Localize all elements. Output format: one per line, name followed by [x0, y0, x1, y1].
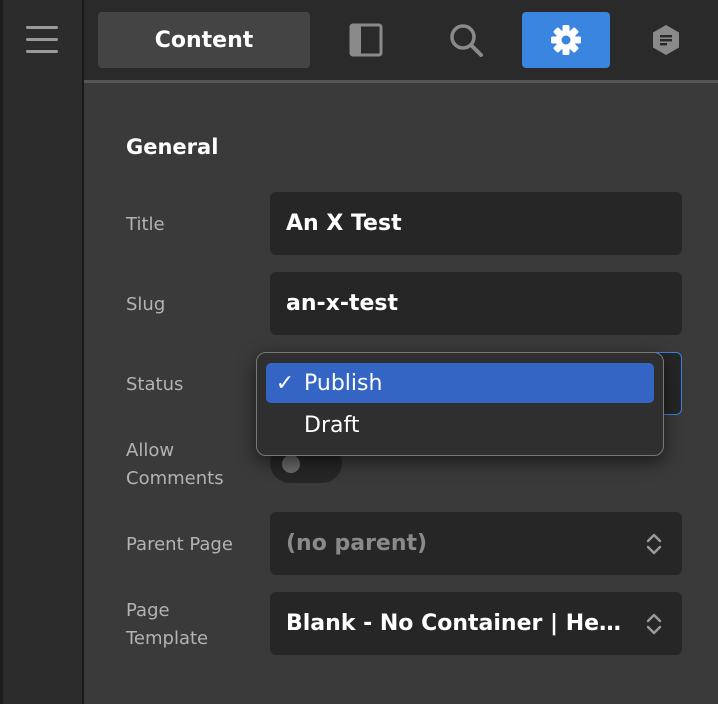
- rail-edge: [0, 0, 3, 704]
- title-value: An X Test: [286, 211, 402, 236]
- parent-page-value: (no parent): [286, 531, 428, 556]
- parent-page-label: Parent Page: [126, 534, 233, 555]
- status-option-draft[interactable]: Draft: [266, 405, 654, 445]
- allow-comments-label-line1: Allow: [126, 440, 175, 461]
- gear-icon: [551, 25, 581, 55]
- parent-page-select[interactable]: (no parent): [270, 512, 682, 575]
- tab-content[interactable]: Content: [98, 12, 310, 68]
- title-label: Title: [126, 214, 165, 235]
- chevron-up-down-icon: [646, 613, 662, 634]
- settings-button[interactable]: [522, 12, 610, 68]
- block-icon: [653, 25, 679, 55]
- sidebar-panel-button[interactable]: [322, 12, 410, 68]
- status-option-label: Publish: [304, 370, 383, 396]
- page-template-value: Blank - No Container | Hea…: [286, 611, 632, 636]
- toggle-knob: [282, 455, 300, 473]
- page-template-label-line1: Page: [126, 600, 170, 621]
- left-rail: [0, 0, 84, 704]
- block-button[interactable]: [622, 12, 710, 68]
- top-toolbar: Content: [84, 0, 718, 83]
- status-label: Status: [126, 374, 184, 395]
- search-button[interactable]: [422, 12, 510, 68]
- slug-label: Slug: [126, 294, 166, 315]
- slug-field[interactable]: an-x-test: [270, 272, 682, 335]
- status-option-publish[interactable]: ✓ Publish: [266, 363, 654, 403]
- allow-comments-label: Allow Comments: [126, 437, 224, 493]
- title-field[interactable]: An X Test: [270, 192, 682, 255]
- page-template-label: Page Template: [126, 597, 208, 653]
- checkmark-icon: ✓: [275, 370, 295, 396]
- status-option-label: Draft: [304, 412, 360, 438]
- allow-comments-label-line2: Comments: [126, 468, 224, 489]
- hamburger-menu-icon[interactable]: [26, 24, 58, 56]
- status-dropdown-menu: ✓ Publish Draft: [256, 352, 664, 456]
- section-title-general: General: [126, 135, 219, 159]
- sidebar-panel-icon: [349, 23, 383, 57]
- chevron-up-down-icon: [646, 533, 662, 554]
- page-template-select[interactable]: Blank - No Container | Hea…: [270, 592, 682, 655]
- slug-value: an-x-test: [286, 291, 399, 316]
- page-template-label-line2: Template: [126, 628, 209, 649]
- search-icon: [450, 24, 483, 57]
